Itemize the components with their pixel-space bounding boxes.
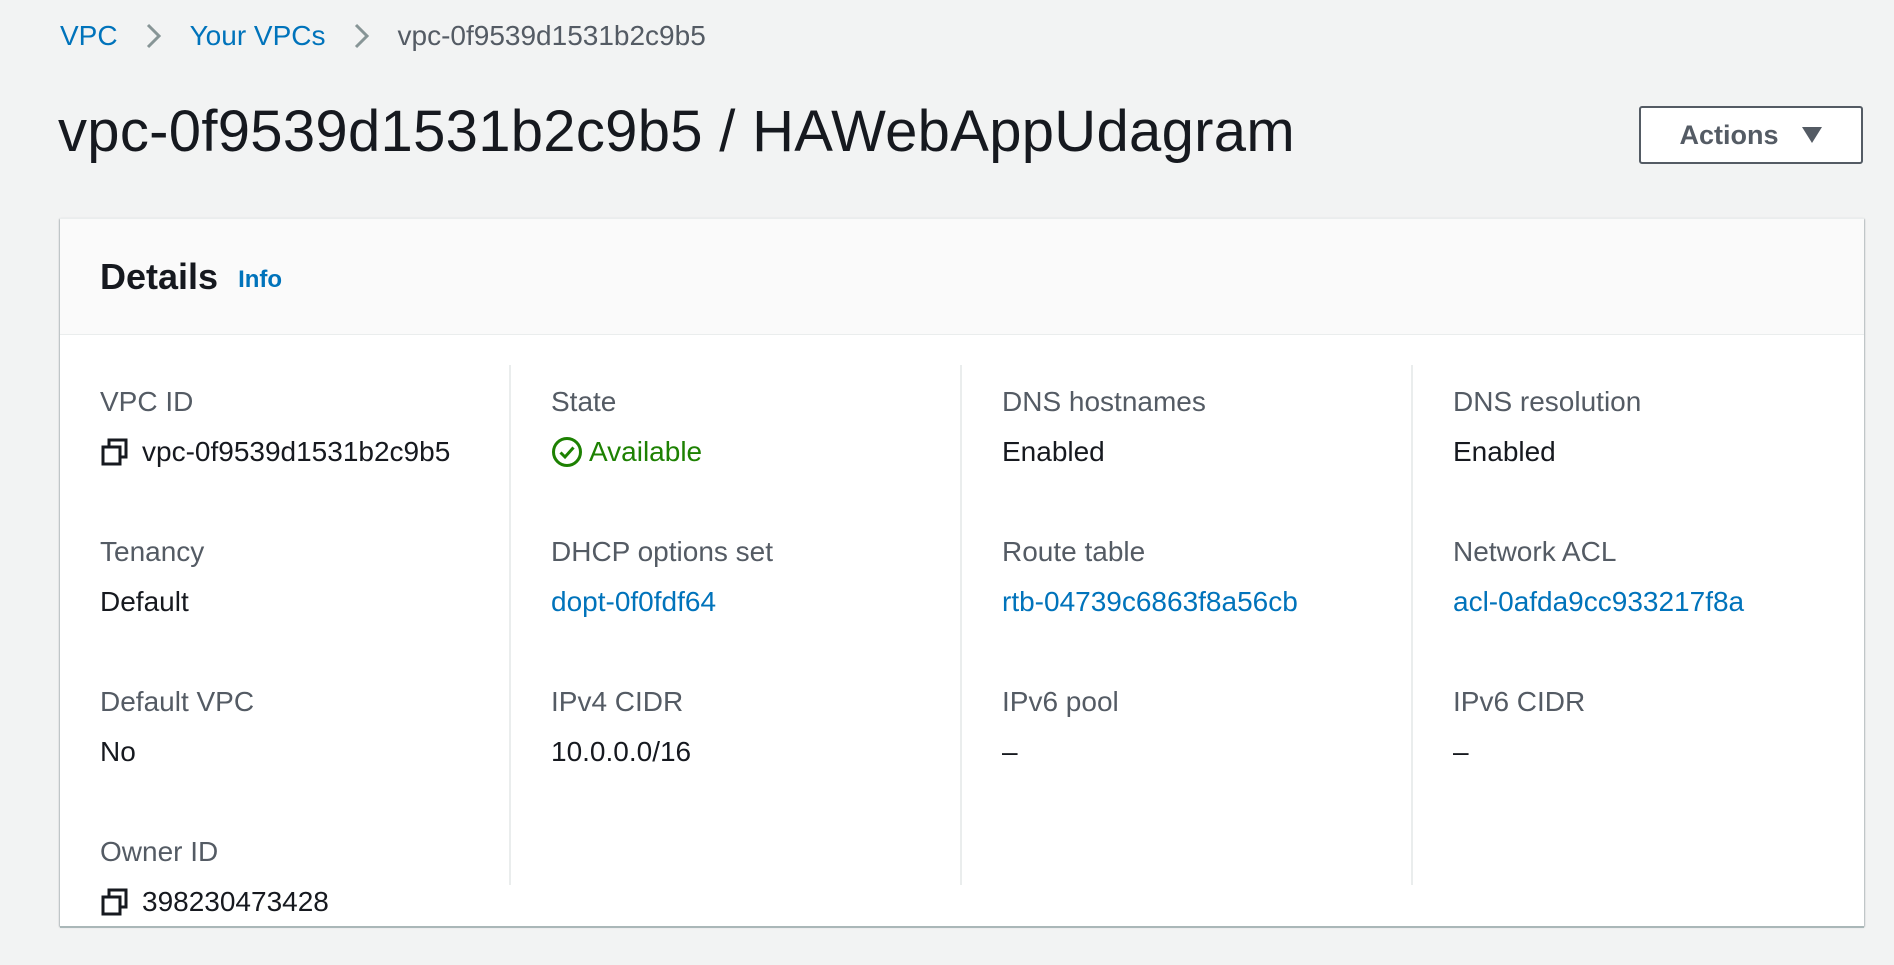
- copy-icon[interactable]: [100, 437, 130, 467]
- details-panel-header: Details Info: [60, 219, 1864, 335]
- field-value: Enabled: [1453, 436, 1556, 467]
- field-value: –: [1002, 736, 1018, 767]
- field-value: Enabled: [1002, 436, 1105, 467]
- actions-button[interactable]: Actions: [1639, 106, 1863, 164]
- owner-id-value: 398230473428: [142, 886, 329, 917]
- page-title: vpc-0f9539d1531b2c9b5 / HAWebAppUdagram: [58, 99, 1295, 164]
- field-label: State: [551, 386, 617, 417]
- field-value: vpc-0f9539d1531b2c9b5: [100, 435, 509, 469]
- field-vpc-id: VPC ID vpc-0f9539d1531b2c9b5: [100, 385, 509, 515]
- details-panel: Details Info VPC ID vpc-0f9539d1531b2c9b…: [60, 218, 1864, 928]
- chevron-right-icon: [326, 14, 398, 58]
- breadcrumb: VPC Your VPCs vpc-0f9539d1531b2c9b5: [60, 14, 706, 58]
- field-label: DNS hostnames: [1002, 386, 1206, 417]
- details-column-2: State Available DHCP options set dopt-0f…: [511, 365, 962, 885]
- check-circle-icon: [551, 436, 583, 468]
- field-dhcp-options-set: DHCP options set dopt-0f0fdf64: [551, 535, 960, 665]
- field-label: Tenancy: [100, 536, 205, 567]
- field-default-vpc: Default VPC No: [100, 685, 509, 815]
- field-tenancy: Tenancy Default: [100, 535, 509, 665]
- copy-icon[interactable]: [100, 887, 130, 917]
- caret-down-icon: [1801, 126, 1823, 144]
- vpc-id-value: vpc-0f9539d1531b2c9b5: [142, 436, 451, 467]
- state-value: Available: [589, 436, 703, 467]
- field-label: Owner ID: [100, 836, 219, 867]
- field-owner-id: Owner ID 398230473428: [100, 835, 509, 965]
- dhcp-options-link[interactable]: dopt-0f0fdf64: [551, 585, 960, 619]
- field-label: VPC ID: [100, 386, 194, 417]
- field-label: DHCP options set: [551, 536, 774, 567]
- field-label: IPv4 CIDR: [551, 686, 684, 717]
- field-route-table: Route table rtb-04739c6863f8a56cb: [1002, 535, 1411, 665]
- field-label: IPv6 CIDR: [1453, 686, 1586, 717]
- breadcrumb-vpc[interactable]: VPC: [60, 20, 118, 52]
- details-column-4: DNS resolution Enabled Network ACL acl-0…: [1413, 365, 1864, 885]
- field-ipv6-cidr: IPv6 CIDR –: [1453, 685, 1864, 815]
- field-network-acl: Network ACL acl-0afda9cc933217f8a: [1453, 535, 1864, 665]
- field-value: Default: [100, 586, 189, 617]
- field-label: Route table: [1002, 536, 1146, 567]
- field-dns-hostnames: DNS hostnames Enabled: [1002, 385, 1411, 515]
- field-label: DNS resolution: [1453, 386, 1642, 417]
- status-indicator: Available: [551, 435, 960, 469]
- details-columns: VPC ID vpc-0f9539d1531b2c9b5 Tenancy Def…: [60, 365, 1864, 917]
- details-title: Details: [100, 255, 219, 297]
- breadcrumb-your-vpcs[interactable]: Your VPCs: [190, 20, 326, 52]
- field-value: 10.0.0.0/16: [551, 736, 692, 767]
- field-state: State Available: [551, 385, 960, 515]
- field-value: No: [100, 736, 136, 767]
- route-table-link[interactable]: rtb-04739c6863f8a56cb: [1002, 585, 1411, 619]
- info-link[interactable]: Info: [238, 266, 282, 294]
- network-acl-link[interactable]: acl-0afda9cc933217f8a: [1453, 585, 1864, 619]
- details-column-1: VPC ID vpc-0f9539d1531b2c9b5 Tenancy Def…: [60, 365, 511, 917]
- field-value: –: [1453, 736, 1469, 767]
- field-value: 398230473428: [100, 885, 509, 919]
- field-dns-resolution: DNS resolution Enabled: [1453, 385, 1864, 515]
- details-column-3: DNS hostnames Enabled Route table rtb-04…: [962, 365, 1413, 885]
- breadcrumb-current: vpc-0f9539d1531b2c9b5: [397, 20, 706, 51]
- actions-button-label: Actions: [1679, 119, 1779, 150]
- chevron-right-icon: [118, 14, 190, 58]
- field-label: Network ACL: [1453, 536, 1617, 567]
- field-label: Default VPC: [100, 686, 255, 717]
- field-ipv4-cidr: IPv4 CIDR 10.0.0.0/16: [551, 685, 960, 815]
- field-ipv6-pool: IPv6 pool –: [1002, 685, 1411, 815]
- field-label: IPv6 pool: [1002, 686, 1119, 717]
